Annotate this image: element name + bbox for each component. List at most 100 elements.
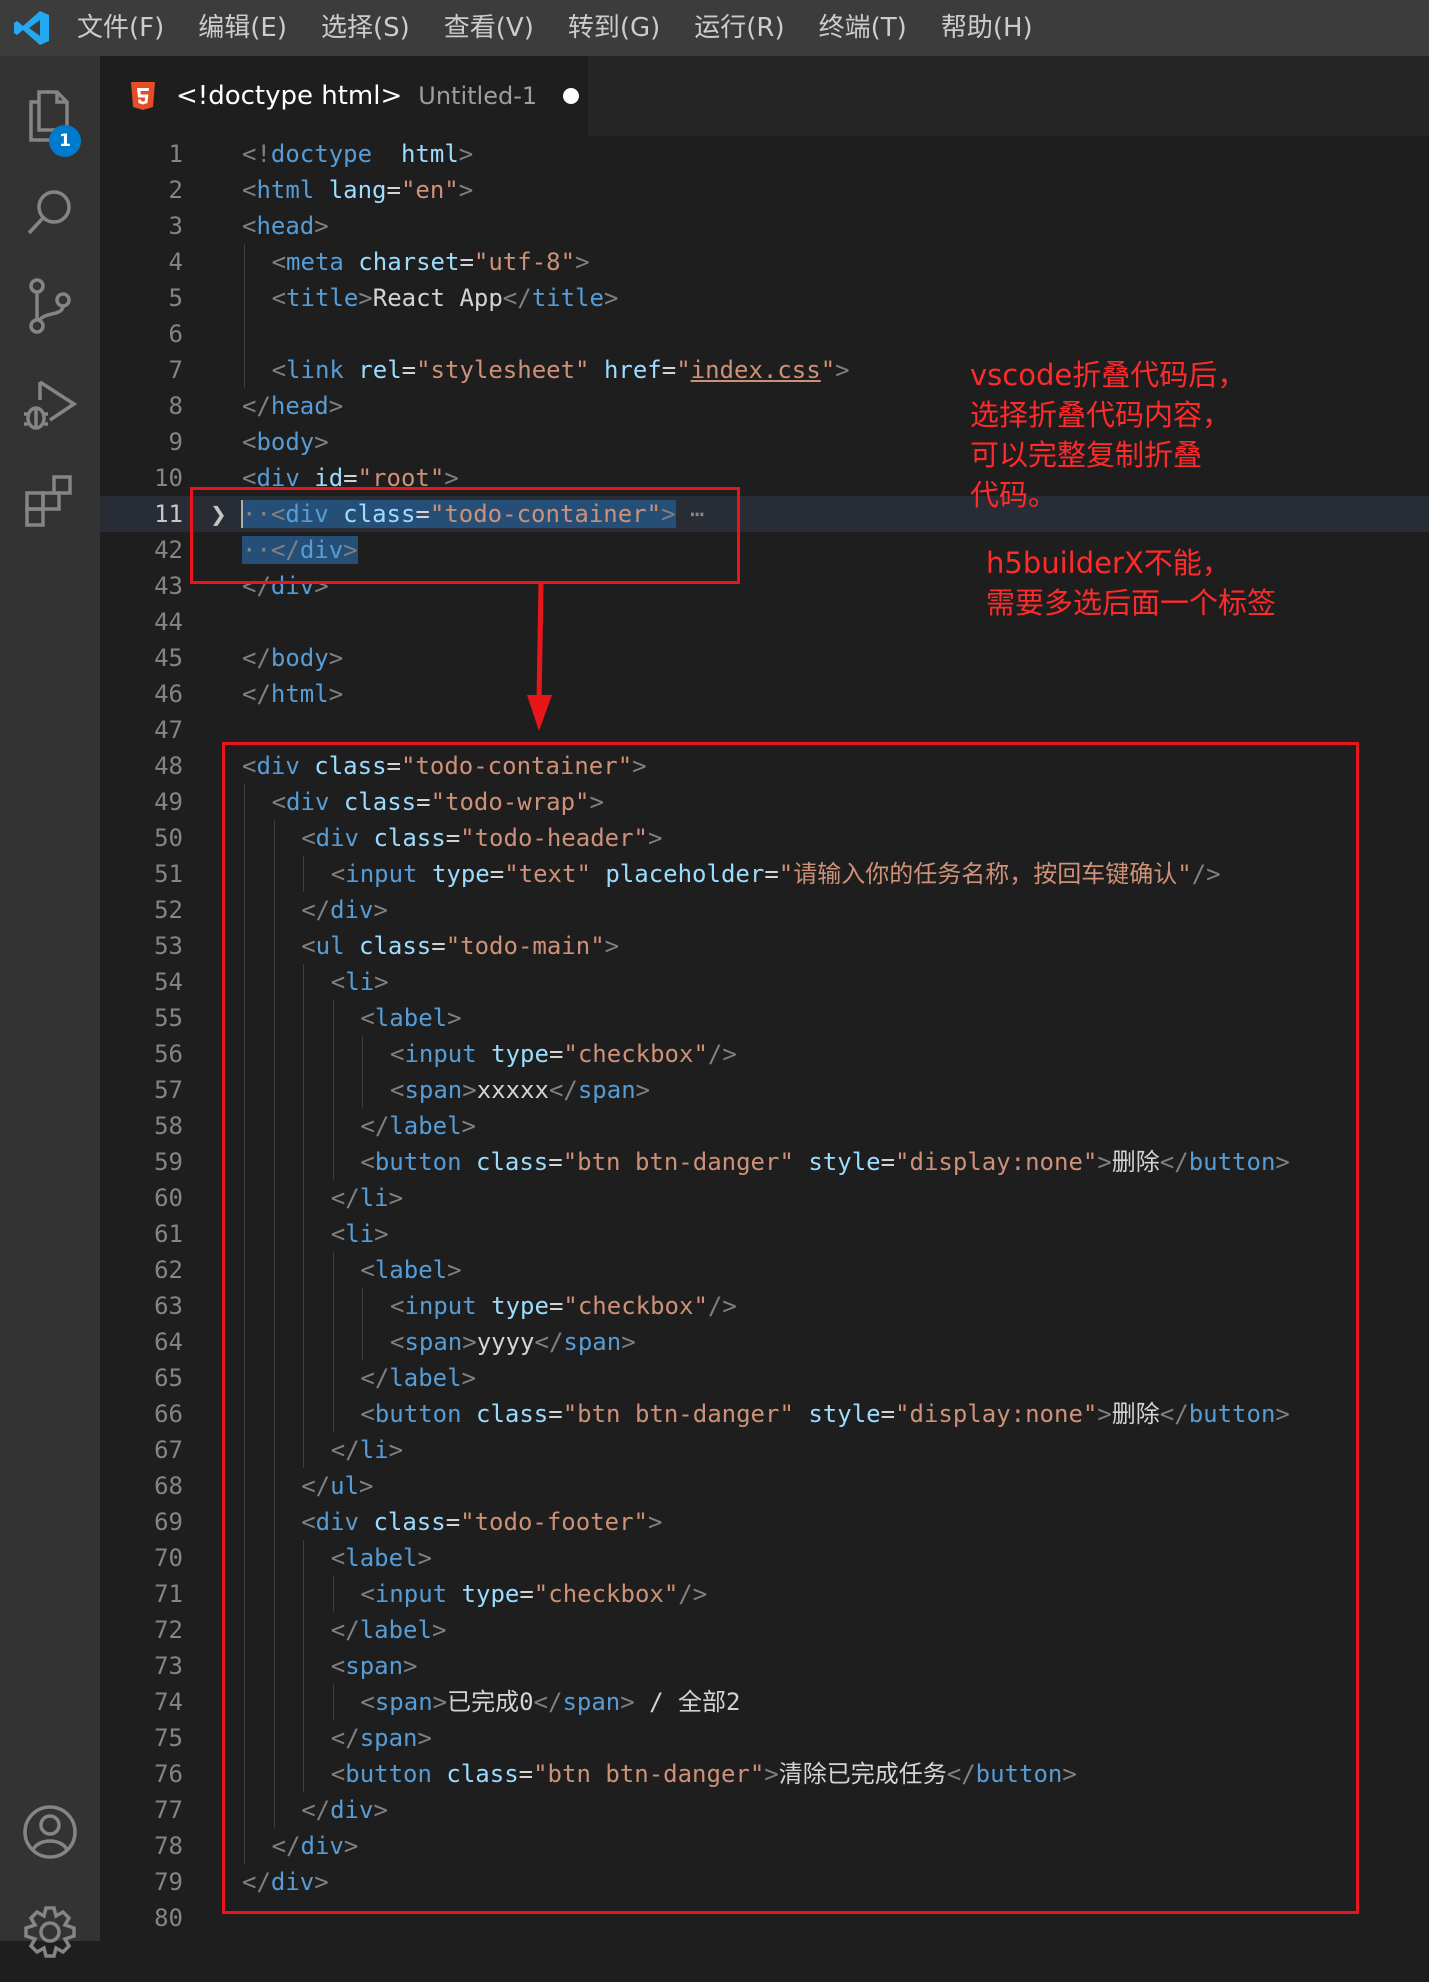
tab-untitled-1[interactable]: <!doctype html> Untitled-1 bbox=[100, 56, 588, 136]
code-token: > bbox=[575, 248, 590, 276]
code-line[interactable]: 6 bbox=[100, 316, 1429, 352]
vscode-logo-icon bbox=[4, 0, 60, 56]
unsaved-dot-icon[interactable] bbox=[563, 88, 580, 104]
code-text: <title>React App</title> bbox=[272, 280, 619, 316]
code-token: < bbox=[242, 212, 257, 240]
settings-gear-icon[interactable] bbox=[0, 1882, 100, 1982]
line-number: 75 bbox=[154, 1724, 183, 1752]
code-token: meta bbox=[286, 248, 344, 276]
line-number: 77 bbox=[154, 1796, 183, 1824]
extensions-icon[interactable] bbox=[0, 450, 100, 550]
code-token: > bbox=[603, 284, 619, 312]
line-number: 70 bbox=[154, 1544, 183, 1572]
tab-title: <!doctype html> bbox=[176, 81, 403, 111]
code-token: " bbox=[820, 356, 836, 384]
search-icon[interactable] bbox=[0, 162, 100, 262]
token-group: <meta charset="utf-8"> bbox=[272, 248, 590, 276]
line-number: 47 bbox=[154, 716, 183, 744]
menu-item[interactable]: 帮助(H) bbox=[924, 0, 1050, 56]
code-token: > bbox=[835, 356, 850, 384]
annotation-arrow-icon bbox=[527, 583, 552, 731]
code-text: </head> bbox=[242, 388, 343, 424]
code-token: < bbox=[271, 356, 287, 384]
code-token: head bbox=[270, 392, 329, 420]
source-control-icon[interactable] bbox=[0, 256, 100, 356]
code-line[interactable]: 2 <html lang="en"> bbox=[100, 172, 1429, 208]
line-number: 2 bbox=[168, 176, 183, 204]
code-text: <!doctype html> bbox=[242, 136, 473, 172]
code-token: > bbox=[314, 428, 329, 456]
token-group: <title>React App</title> bbox=[272, 284, 619, 312]
code-token: html bbox=[270, 680, 329, 708]
annotation-line: 代码。 bbox=[970, 478, 1058, 512]
tab-bar: <!doctype html> Untitled-1 bbox=[100, 56, 1429, 136]
code-token: "stylesheet" bbox=[416, 356, 590, 384]
account-icon[interactable] bbox=[0, 1782, 100, 1882]
line-number: 74 bbox=[154, 1688, 183, 1716]
line-number: 67 bbox=[154, 1436, 183, 1464]
line-number: 48 bbox=[154, 752, 183, 780]
annotation-line: 需要多选后面一个标签 bbox=[986, 586, 1277, 620]
line-number: 44 bbox=[154, 608, 183, 636]
line-number: 46 bbox=[154, 680, 183, 708]
line-number: 65 bbox=[154, 1364, 183, 1392]
menu-bar: 文件(F) 编辑(E) 选择(S) 查看(V) 转到(G) 运行(R) 终端(T) 帮助(H) bbox=[60, 0, 1050, 56]
menu-item[interactable]: 文件(F) bbox=[60, 0, 181, 56]
run-debug-icon[interactable] bbox=[0, 354, 100, 454]
annotation-box-folded bbox=[190, 487, 740, 584]
line-number: 66 bbox=[154, 1400, 183, 1428]
indent-guide bbox=[244, 352, 245, 388]
code-token: < bbox=[271, 284, 287, 312]
code-token: body bbox=[270, 644, 329, 672]
menu-item[interactable]: 编辑(E) bbox=[181, 0, 304, 56]
line-number: 43 bbox=[154, 572, 183, 600]
token-group: <body> bbox=[242, 428, 329, 456]
menu-item[interactable]: 选择(S) bbox=[304, 0, 427, 56]
line-number: 59 bbox=[154, 1148, 183, 1176]
line-number: 78 bbox=[154, 1832, 183, 1860]
annotation-line: 可以完整复制折叠 bbox=[970, 438, 1203, 472]
token-group: <html lang="en"> bbox=[242, 176, 473, 204]
tab-description: Untitled-1 bbox=[418, 82, 538, 110]
line-number: 49 bbox=[154, 788, 183, 816]
code-line[interactable]: 1 <!doctype html> bbox=[100, 136, 1429, 172]
code-line[interactable]: 4 <meta charset="utf-8"> bbox=[100, 244, 1429, 280]
menu-item[interactable]: 运行(R) bbox=[677, 0, 801, 56]
code-text: <body> bbox=[242, 424, 329, 460]
menu-item[interactable]: 终端(T) bbox=[802, 0, 924, 56]
title-bar: 文件(F) 编辑(E) 选择(S) 查看(V) 转到(G) 运行(R) 终端(T) 帮助(H) bbox=[0, 0, 1429, 56]
line-number: 7 bbox=[168, 356, 183, 384]
menu-item[interactable]: 查看(V) bbox=[427, 0, 551, 56]
code-token: > bbox=[458, 140, 474, 168]
token-group: <!doctype html> bbox=[242, 140, 473, 168]
code-token: <! bbox=[242, 140, 271, 168]
line-number: 62 bbox=[154, 1256, 183, 1284]
menu-item[interactable]: 转到(G) bbox=[551, 0, 677, 56]
code-line[interactable]: 5 <title>React App</title> bbox=[100, 280, 1429, 316]
code-token: charset bbox=[358, 248, 460, 276]
code-token: = bbox=[459, 248, 474, 276]
token-group: </head> bbox=[242, 392, 343, 420]
activity-bar: 1 bbox=[0, 56, 100, 1958]
code-text: <link rel="stylesheet" href="index.css"> bbox=[272, 352, 850, 388]
code-line[interactable]: 45 </body> bbox=[100, 640, 1429, 676]
files-icon[interactable]: 1 bbox=[0, 66, 100, 166]
line-number: 51 bbox=[154, 860, 183, 888]
code-token: > bbox=[328, 644, 344, 672]
code-line[interactable]: 3 <head> bbox=[100, 208, 1429, 244]
code-token: > bbox=[458, 176, 474, 204]
code-token: href bbox=[603, 356, 662, 384]
code-token: React App bbox=[372, 284, 503, 312]
code-token: </ bbox=[502, 284, 532, 312]
line-number: 8 bbox=[168, 392, 183, 420]
code-token: html bbox=[256, 176, 315, 204]
code-token: = bbox=[386, 176, 401, 204]
code-token: < bbox=[242, 176, 257, 204]
code-token: lang bbox=[328, 176, 387, 204]
code-line[interactable]: 46 </html> bbox=[100, 676, 1429, 712]
line-number: 80 bbox=[154, 1904, 183, 1932]
code-token: = bbox=[661, 356, 677, 384]
